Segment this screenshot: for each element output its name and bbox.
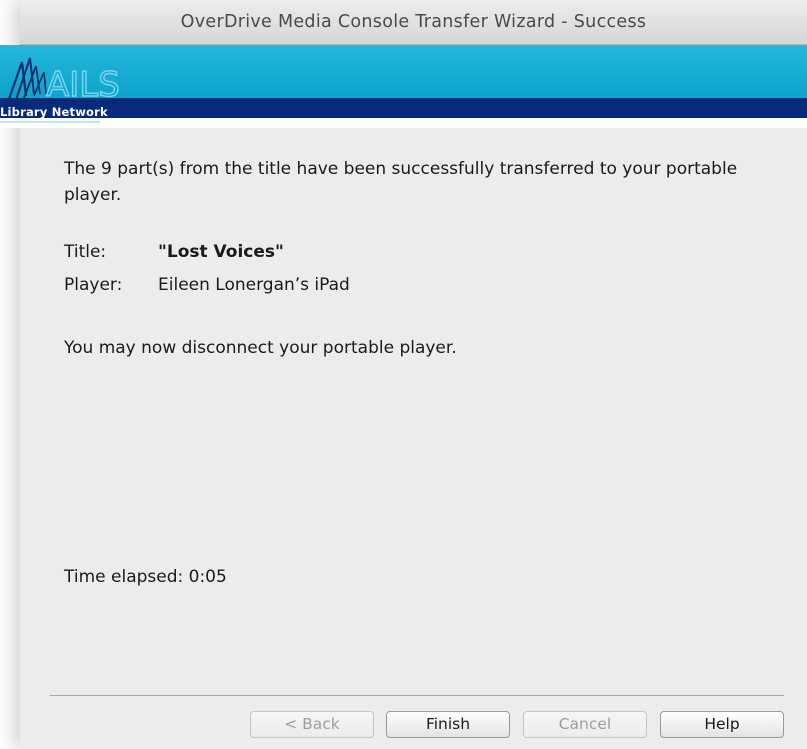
- button-divider: [50, 695, 784, 696]
- finish-button[interactable]: Finish: [386, 711, 510, 738]
- wizard-window: OverDrive Media Console Transfer Wizard …: [0, 0, 807, 749]
- title-row: Title: "Lost Voices": [64, 242, 284, 262]
- back-button[interactable]: < Back: [250, 711, 374, 738]
- logo-underline: [0, 121, 100, 123]
- logo-caption: Library Network: [0, 105, 108, 119]
- cancel-button[interactable]: Cancel: [523, 711, 647, 738]
- disconnect-message: You may now disconnect your portable pla…: [64, 338, 457, 358]
- player-value: Eileen Lonergan’s iPad: [158, 275, 350, 295]
- title-value: "Lost Voices": [158, 242, 284, 262]
- title-label: Title:: [64, 242, 107, 262]
- player-label: Player:: [64, 275, 123, 295]
- transfer-message: The 9 part(s) from the title have been s…: [64, 159, 738, 205]
- time-elapsed: Time elapsed: 0:05: [64, 567, 227, 587]
- message-area: The 9 part(s) from the title have been s…: [64, 156, 764, 208]
- window-title: OverDrive Media Console Transfer Wizard …: [180, 12, 647, 32]
- player-row: Player: Eileen Lonergan’s iPad: [64, 275, 350, 295]
- help-button[interactable]: Help: [660, 711, 784, 738]
- title-bar[interactable]: OverDrive Media Console Transfer Wizard …: [20, 0, 807, 45]
- svg-text:AILS: AILS: [46, 65, 120, 105]
